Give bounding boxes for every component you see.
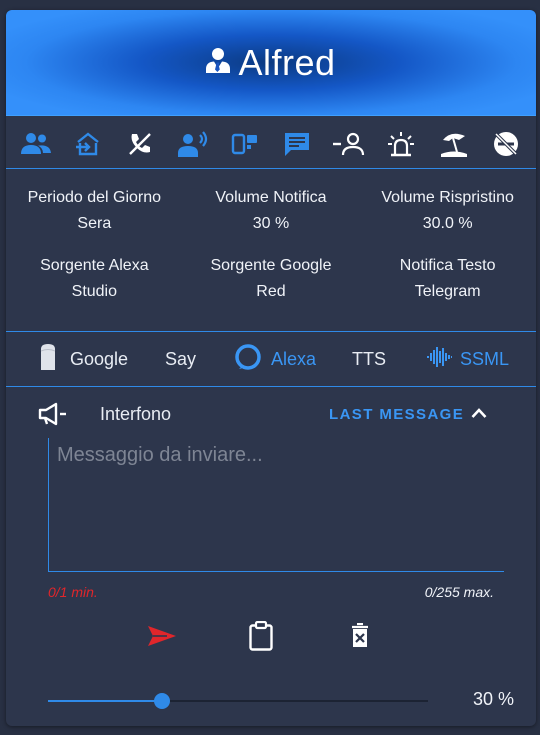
people-icon[interactable] xyxy=(19,127,53,161)
mode-google[interactable]: Google xyxy=(38,343,128,376)
info-cell-volume-ripristino: Volume Rispristino 30.0 % xyxy=(360,185,536,237)
divider xyxy=(6,168,536,169)
min-counter: 0/1 min. xyxy=(48,584,98,600)
info-label: Volume Rispristino xyxy=(381,189,514,206)
message-box xyxy=(48,438,504,572)
last-message-button[interactable]: LAST MESSAGE xyxy=(329,406,464,423)
mode-tts[interactable]: TTS xyxy=(352,349,386,370)
mode-icon-bar xyxy=(6,120,536,168)
info-row: Periodo del Giorno Sera Volume Notifica … xyxy=(6,185,536,237)
do-not-disturb-icon[interactable] xyxy=(489,127,523,161)
info-label: Periodo del Giorno xyxy=(27,189,162,206)
interfono-section-header: Interfono LAST MESSAGE xyxy=(6,396,536,436)
mode-label: Say xyxy=(165,348,197,369)
info-row: Sorgente Alexa Studio Sorgente Google Re… xyxy=(6,253,536,305)
paste-button[interactable] xyxy=(241,618,281,658)
info-value: 30 % xyxy=(252,215,290,232)
alarm-light-icon[interactable] xyxy=(384,127,418,161)
info-label: Volume Notifica xyxy=(215,189,327,206)
info-label: Notifica Testo xyxy=(399,257,496,274)
volume-slider[interactable] xyxy=(48,693,428,709)
volume-value: 30 % xyxy=(472,689,514,709)
info-value: Sera xyxy=(77,215,112,232)
max-counter: 0/255 max. xyxy=(424,584,494,600)
info-value: 30.0 % xyxy=(422,215,473,232)
info-cell-volume-notifica: Volume Notifica 30 % xyxy=(183,185,359,237)
page-title: Alfred xyxy=(238,41,336,83)
trash-icon xyxy=(349,622,371,654)
mode-label: SSML xyxy=(460,348,510,369)
divider xyxy=(6,386,536,387)
send-button[interactable] xyxy=(142,618,182,658)
info-cell-period: Periodo del Giorno Sera xyxy=(6,185,182,237)
info-value: Studio xyxy=(71,283,118,300)
alexa-icon xyxy=(235,343,261,375)
alfred-card: Alfred Periodo del Giorno Sera Volume No… xyxy=(6,10,536,726)
account-minus-icon[interactable] xyxy=(332,127,366,161)
mode-selector: Google Say Alexa TTS SSML xyxy=(6,332,536,386)
waveform-icon xyxy=(426,345,452,374)
beach-icon[interactable] xyxy=(437,127,471,161)
mode-alexa[interactable]: Alexa xyxy=(235,343,317,375)
chevron-up-icon[interactable] xyxy=(471,406,487,425)
delete-button[interactable] xyxy=(340,618,380,658)
info-cell-alexa-source: Sorgente Alexa Studio xyxy=(6,253,182,305)
home-export-icon[interactable] xyxy=(71,127,105,161)
message-input[interactable] xyxy=(49,438,504,571)
slider-thumb[interactable] xyxy=(154,693,170,709)
account-voice-icon[interactable] xyxy=(176,127,210,161)
mode-label: TTS xyxy=(352,348,386,369)
mode-label: Google xyxy=(70,348,129,369)
clipboard-icon xyxy=(248,620,274,656)
info-value: Telegram xyxy=(414,283,481,300)
account-tie-icon xyxy=(206,47,231,78)
info-label: Sorgente Alexa xyxy=(40,257,149,274)
phone-off-icon[interactable] xyxy=(123,127,157,161)
mode-ssml[interactable]: SSML xyxy=(426,345,509,374)
google-home-icon xyxy=(38,343,58,376)
section-title: Interfono xyxy=(100,404,172,424)
mode-say[interactable]: Say xyxy=(165,349,196,370)
message-text-icon[interactable] xyxy=(280,127,314,161)
megaphone-icon xyxy=(38,402,68,431)
info-value: Red xyxy=(256,283,286,300)
mode-label: Alexa xyxy=(271,348,317,369)
action-bar xyxy=(6,618,536,658)
slider-fill xyxy=(48,700,162,702)
info-label: Sorgente Google xyxy=(210,257,332,274)
info-cell-notifica-testo: Notifica Testo Telegram xyxy=(360,253,536,305)
info-cell-google-source: Sorgente Google Red xyxy=(183,253,359,305)
devices-icon[interactable] xyxy=(228,127,262,161)
send-icon xyxy=(147,624,177,653)
card-header: Alfred xyxy=(6,10,536,116)
info-grid: Periodo del Giorno Sera Volume Notifica … xyxy=(6,185,536,305)
